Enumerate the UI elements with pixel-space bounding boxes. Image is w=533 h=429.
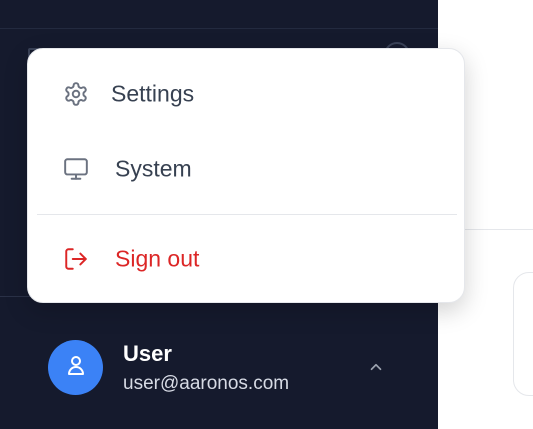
chevron-up-icon[interactable] [366, 357, 386, 377]
monitor-icon [63, 156, 89, 182]
user-icon [64, 353, 88, 382]
user-account-button[interactable]: User user@aaronos.com [48, 340, 408, 396]
menu-item-label: Settings [111, 80, 195, 107]
avatar[interactable] [48, 340, 103, 395]
user-menu-popup: Settings System Sign out [27, 48, 465, 303]
gear-icon [63, 81, 89, 107]
sign-out-label: Sign out [115, 245, 200, 272]
menu-divider [37, 214, 457, 215]
menu-item-settings[interactable]: Settings [28, 64, 466, 124]
menu-item-label: System [115, 155, 192, 182]
main-card [513, 272, 533, 396]
user-email: user@aaronos.com [123, 373, 290, 394]
sign-out-icon [63, 246, 89, 272]
user-name: User [123, 341, 172, 366]
sidebar-divider [0, 28, 438, 29]
menu-item-sign-out[interactable]: Sign out [28, 229, 466, 289]
menu-item-system[interactable]: System [28, 139, 466, 199]
